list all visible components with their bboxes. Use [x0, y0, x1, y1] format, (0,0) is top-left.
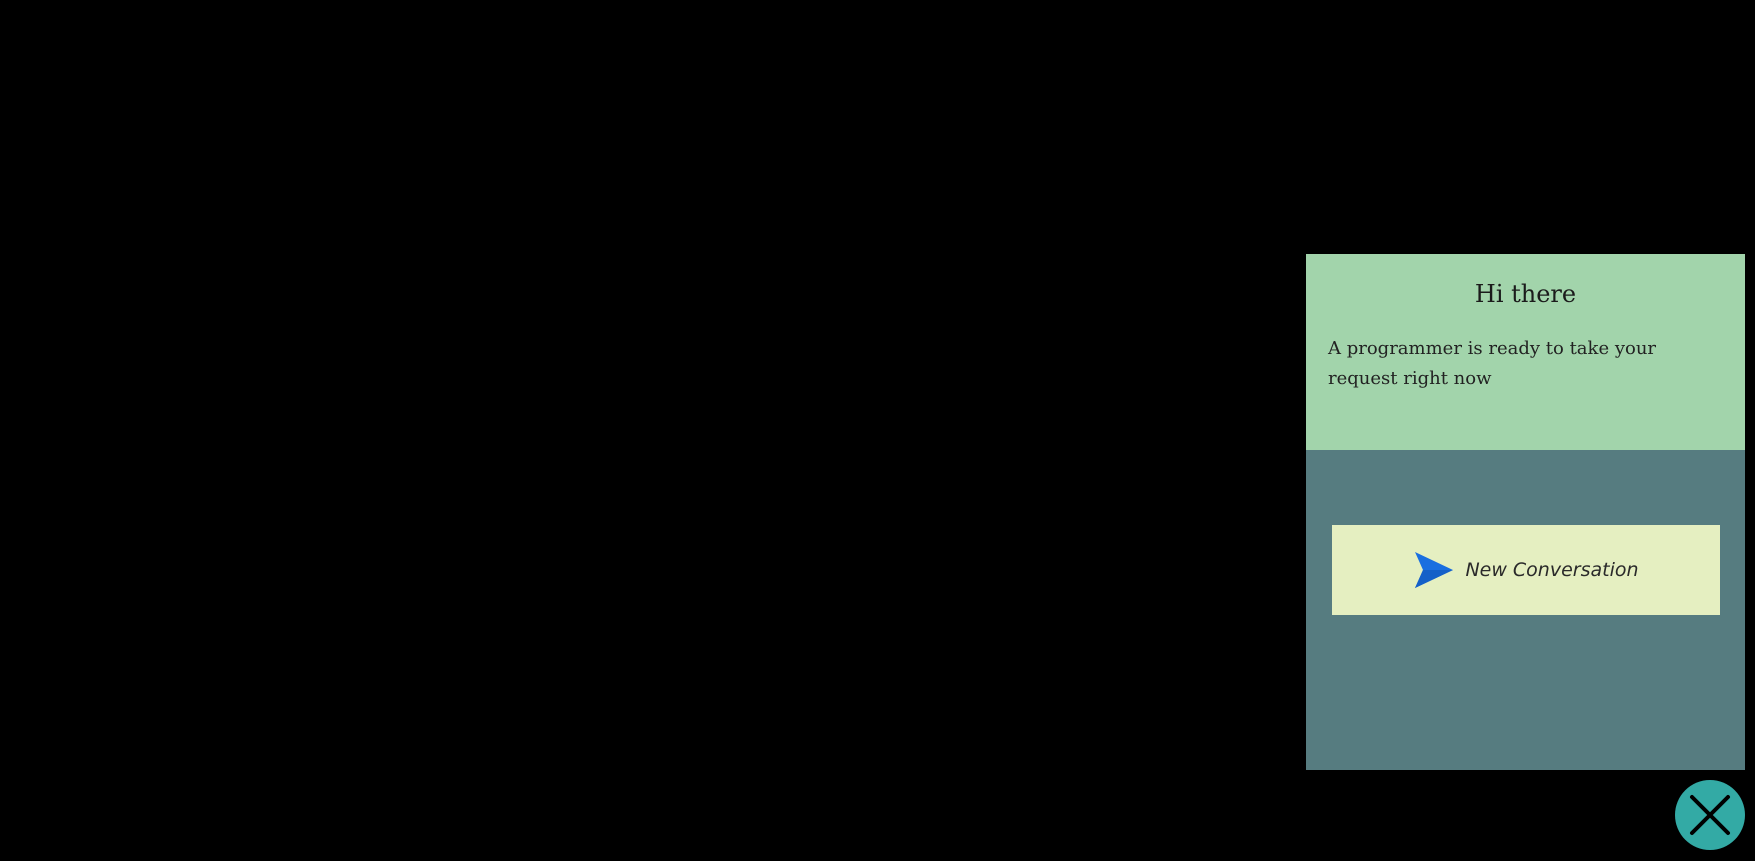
chat-header: Hi there A programmer is ready to take y…	[1306, 254, 1745, 450]
chat-body: New Conversation	[1306, 450, 1745, 770]
close-icon	[1688, 793, 1732, 837]
chat-widget: Hi there A programmer is ready to take y…	[1306, 254, 1745, 770]
new-conversation-button[interactable]: New Conversation	[1332, 525, 1720, 615]
new-conversation-label: New Conversation	[1465, 559, 1639, 581]
chat-subtitle: A programmer is ready to take your reque…	[1328, 338, 1657, 389]
chat-title: Hi there	[1474, 280, 1577, 308]
send-icon	[1413, 549, 1455, 591]
close-button[interactable]	[1675, 780, 1745, 850]
